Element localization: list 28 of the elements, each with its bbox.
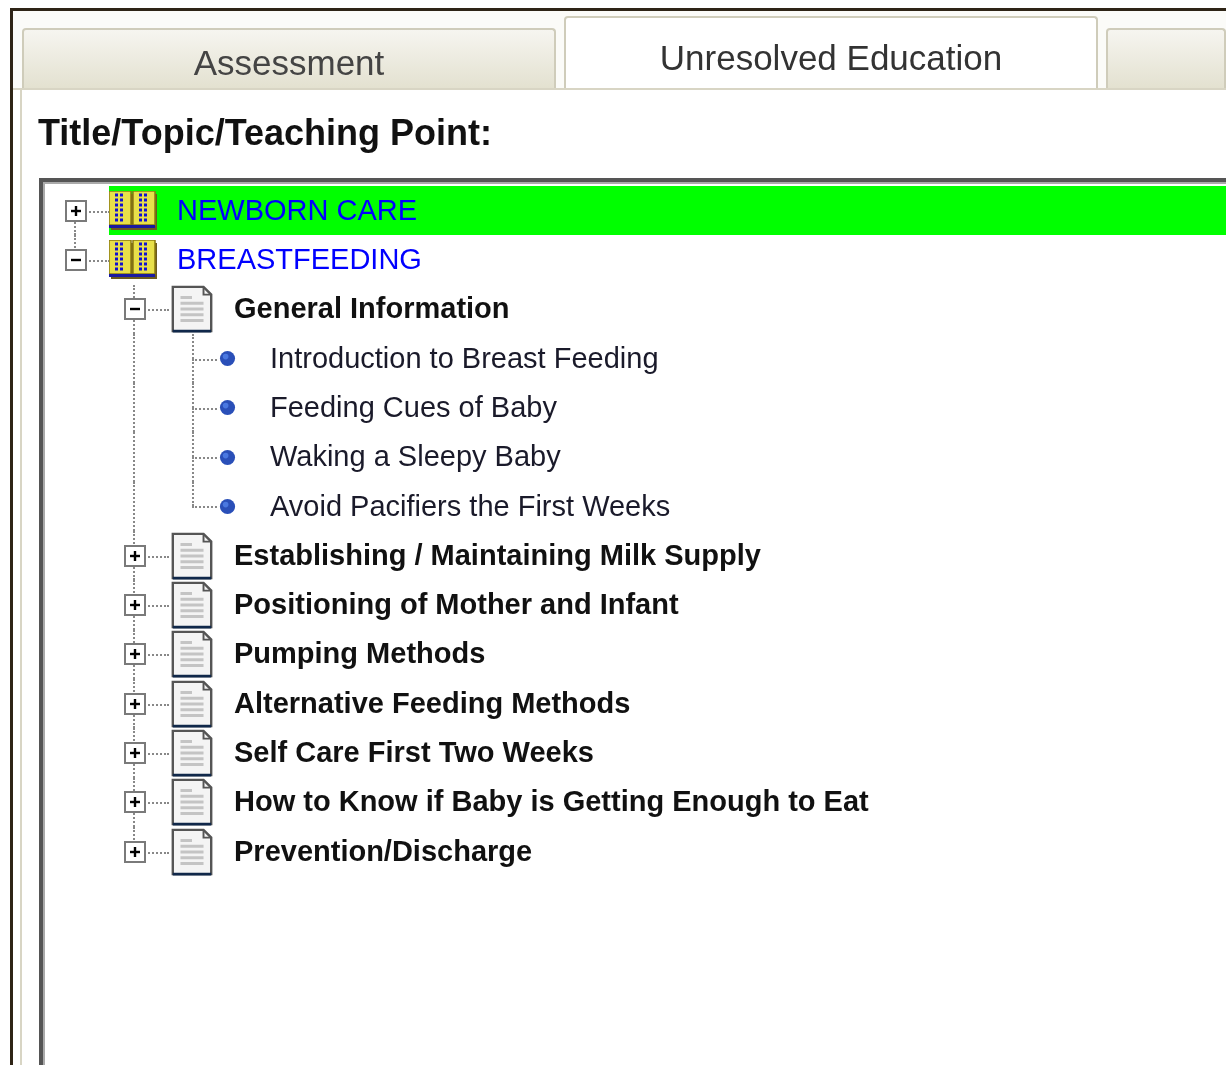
field-label: Title/Topic/Teaching Point: bbox=[37, 111, 493, 155]
collapse-icon[interactable] bbox=[65, 248, 87, 271]
expand-icon[interactable] bbox=[124, 692, 146, 715]
book-icon bbox=[109, 190, 157, 231]
tab[interactable]: Unresolved Education bbox=[564, 16, 1098, 88]
tree-item[interactable]: NEWBORN CARE bbox=[109, 186, 1226, 236]
document-icon bbox=[170, 581, 214, 629]
expand-icon[interactable] bbox=[124, 840, 146, 863]
expand-icon[interactable] bbox=[65, 199, 87, 222]
collapse-icon[interactable] bbox=[124, 298, 146, 321]
bullet-icon bbox=[219, 399, 236, 417]
bullet-icon bbox=[219, 350, 236, 368]
expand-icon[interactable] bbox=[124, 643, 146, 666]
document-icon bbox=[170, 630, 214, 679]
book-icon bbox=[109, 239, 157, 280]
expand-icon[interactable] bbox=[124, 544, 146, 567]
document-icon bbox=[170, 531, 214, 580]
document-icon bbox=[170, 827, 214, 876]
document-icon bbox=[170, 728, 214, 777]
document-icon bbox=[170, 778, 214, 827]
expand-icon[interactable] bbox=[124, 594, 146, 616]
document-icon bbox=[170, 285, 214, 334]
expand-icon[interactable] bbox=[124, 741, 146, 764]
document-icon bbox=[170, 679, 214, 728]
expand-icon[interactable] bbox=[124, 791, 146, 814]
bullet-icon bbox=[219, 497, 236, 515]
bullet-icon bbox=[219, 448, 236, 466]
tab[interactable]: Assessment bbox=[22, 28, 556, 88]
